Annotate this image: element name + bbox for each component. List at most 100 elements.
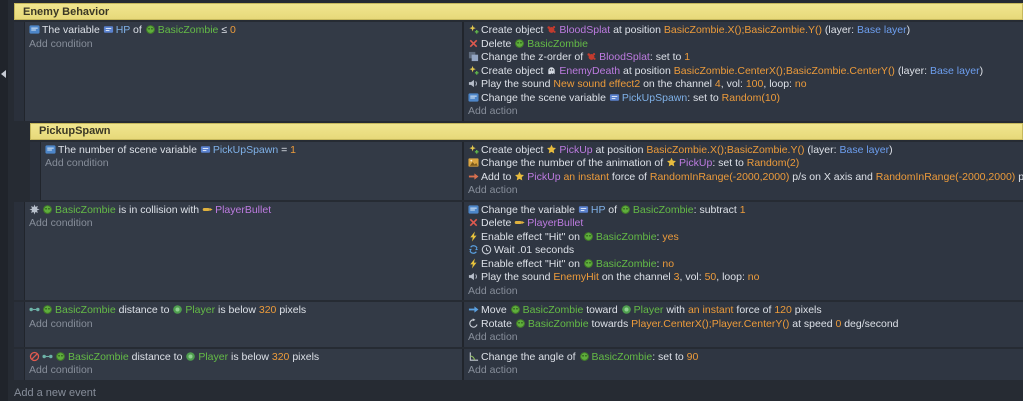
text-segment: Random(2) <box>746 157 800 169</box>
action-line[interactable]: Change the angle of BasicZombie: set to … <box>464 351 1023 365</box>
add-action-link[interactable]: Add action <box>464 331 1023 345</box>
text-segment: Base layer <box>839 143 890 156</box>
add-action-link[interactable]: Add action <box>464 184 1023 198</box>
action-line[interactable]: Change the variable HP of BasicZombie: s… <box>464 204 1023 218</box>
add-condition-link[interactable]: Add condition <box>25 318 462 332</box>
text-segment: ) <box>889 143 893 156</box>
text-segment: of <box>130 24 145 36</box>
add-action-link[interactable]: Add action <box>464 105 1023 119</box>
enemydeath-thumb <box>546 65 558 76</box>
text-segment: on <box>565 230 583 243</box>
text-segment: BasicZombie <box>55 203 116 216</box>
collapse-arrow-icon[interactable] <box>1 70 6 78</box>
text-segment: PickUpSpawn <box>212 143 279 156</box>
text-segment: towards <box>588 317 632 330</box>
action-line[interactable]: Enable effect "Hit" on BasicZombie: yes <box>464 231 1023 245</box>
text-segment: Rotate <box>481 317 515 330</box>
event-drag-handle[interactable] <box>14 22 25 121</box>
variable-icon <box>468 92 480 103</box>
text-segment: of <box>605 203 620 216</box>
text-segment: Enable effect <box>481 257 546 270</box>
event-drag-handle[interactable] <box>14 201 25 300</box>
text-segment: Random(10) <box>721 91 781 104</box>
action-line[interactable]: Rotate BasicZombie towards Player.Center… <box>464 318 1023 332</box>
add-action-link[interactable]: Add action <box>464 364 1023 378</box>
action-line[interactable]: Create object BloodSplat at position Bas… <box>464 24 1023 38</box>
text-segment: 1 <box>739 203 746 216</box>
action-line[interactable]: Play the sound EnemyHit on the channel 3… <box>464 271 1023 285</box>
zombie-thumb <box>579 351 591 362</box>
distance-icon <box>29 304 41 315</box>
text-segment: , loop: <box>763 78 795 90</box>
text-segment: ) <box>979 64 984 77</box>
zombie-thumb <box>42 204 54 215</box>
event-drag-handle[interactable] <box>30 141 41 200</box>
zombie-thumb <box>55 351 67 362</box>
condition-line[interactable]: BasicZombie distance to Player is below … <box>25 304 462 318</box>
text-segment: Create object <box>481 24 547 36</box>
text-segment: .01 <box>517 244 533 256</box>
event-group-header[interactable]: PickupSpawn <box>30 122 1023 140</box>
condition-line[interactable]: The variable HP of BasicZombie ≤ 0 <box>25 24 462 38</box>
text-segment: no <box>662 257 675 270</box>
zombie-thumb <box>583 258 595 269</box>
text-segment: Create object <box>481 143 547 156</box>
text-segment: an instant <box>687 304 734 316</box>
event: BasicZombie is in collision with PlayerB… <box>14 201 1023 300</box>
text-segment: BasicZombie <box>522 304 584 316</box>
add-new-event-link[interactable]: Add a new event <box>14 387 1023 399</box>
action-line[interactable]: Delete BasicZombie <box>464 38 1023 52</box>
text-segment: no <box>747 271 760 283</box>
player-thumb <box>621 304 633 315</box>
action-line[interactable]: Wait .01 seconds <box>464 244 1023 258</box>
text-segment: pixels <box>791 304 822 316</box>
condition-line[interactable]: BasicZombie distance to Player is below … <box>25 351 462 365</box>
action-line[interactable]: Change the z-order of BloodSplat: set to… <box>464 51 1023 65</box>
action-line[interactable]: Move BasicZombie toward Player with an i… <box>464 304 1023 318</box>
collision-icon <box>29 203 41 215</box>
action-line[interactable]: Change the number of the animation of Pi… <box>464 157 1023 171</box>
text-segment: HP <box>590 203 606 216</box>
action-line[interactable]: Add to PickUp an instant force of Random… <box>464 171 1023 185</box>
text-segment: 1 <box>290 143 297 156</box>
text-segment: Change the z-order of <box>481 51 587 63</box>
add-action-link[interactable]: Add action <box>464 285 1023 299</box>
add-condition-link[interactable]: Add condition <box>41 157 462 171</box>
actions-cell: Move BasicZombie toward Player with an i… <box>462 302 1023 347</box>
action-line[interactable]: Create object PickUp at position BasicZo… <box>464 144 1023 158</box>
text-segment: Change the variable <box>481 203 578 216</box>
action-line[interactable]: Enable effect "Hit" on BasicZombie: no <box>464 258 1023 272</box>
text-segment: Player <box>185 304 216 316</box>
text-segment: BloodSplat <box>559 24 611 36</box>
text-segment: (layer: <box>804 143 840 156</box>
add-condition-link[interactable]: Add condition <box>25 38 462 52</box>
pickup-thumb <box>546 144 558 155</box>
text-segment: pixels <box>289 350 320 363</box>
action-line[interactable]: Create object EnemyDeath at position Bas… <box>464 65 1023 79</box>
condition-line[interactable]: The number of scene variable PickUpSpawn… <box>41 144 462 158</box>
zombie-thumb <box>583 231 595 242</box>
event-drag-handle[interactable] <box>14 302 25 347</box>
action-line[interactable]: Play the sound New sound effect2 on the … <box>464 78 1023 92</box>
text-segment: Change the scene variable <box>481 91 609 104</box>
text-segment: , vol: <box>720 78 746 90</box>
add-action-link-label: Add action <box>468 284 518 297</box>
variable-icon <box>468 204 480 215</box>
text-segment: PlayerBullet <box>215 203 272 216</box>
text-segment: Play the sound <box>481 271 554 283</box>
add-action-link-label: Add action <box>468 105 518 117</box>
action-line[interactable]: Change the scene variable PickUpSpawn: s… <box>464 92 1023 106</box>
event: BasicZombie distance to Player is below … <box>14 348 1023 380</box>
text-segment: Play the sound <box>481 78 554 90</box>
add-condition-link[interactable]: Add condition <box>25 364 462 378</box>
text-segment: PickUp <box>527 170 561 183</box>
text-segment: 100 <box>745 78 764 90</box>
actions-cell: Change the variable HP of BasicZombie: s… <box>462 201 1023 300</box>
event-group-header[interactable]: Enemy Behavior <box>14 3 1023 20</box>
text-segment: 90 <box>686 350 699 363</box>
add-action-link-label: Add action <box>468 184 518 196</box>
event-drag-handle[interactable] <box>14 348 25 380</box>
action-line[interactable]: Delete PlayerBullet <box>464 217 1023 231</box>
add-condition-link[interactable]: Add condition <box>25 217 462 231</box>
condition-line[interactable]: BasicZombie is in collision with PlayerB… <box>25 204 462 218</box>
